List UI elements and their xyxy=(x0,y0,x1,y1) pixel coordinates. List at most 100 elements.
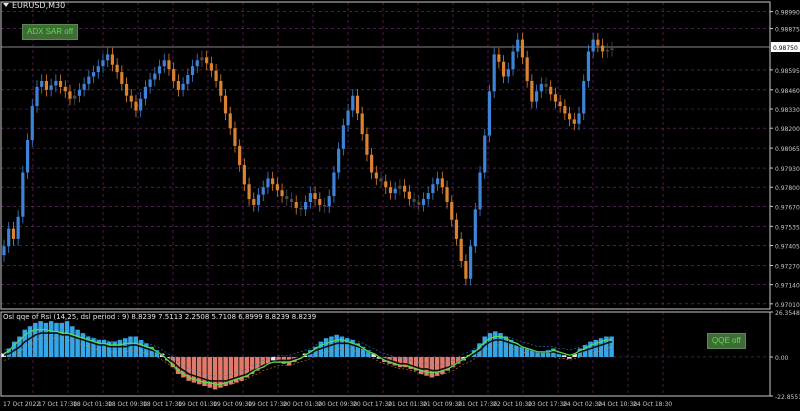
candle-body xyxy=(148,79,152,87)
candle-body xyxy=(600,45,605,52)
histogram-bar xyxy=(429,356,435,378)
candle-body xyxy=(497,54,501,62)
candle-body xyxy=(219,80,223,96)
time-tick-label: 24 Oct 18:30 xyxy=(633,401,672,408)
time-tick-label: 17 Oct 2022 xyxy=(3,401,40,408)
candle-body xyxy=(294,201,298,208)
time-tick-label: 24 Oct 02:30 xyxy=(563,401,602,408)
time-tick-label: 24 Oct 10:30 xyxy=(598,401,637,408)
time-tick-label: 20 Oct 09:30 xyxy=(318,401,357,408)
candle-body xyxy=(289,199,294,202)
candle-body xyxy=(186,75,190,84)
candle-body xyxy=(487,91,492,136)
histogram-bar xyxy=(117,339,123,357)
candle-body xyxy=(596,39,600,46)
candle-body xyxy=(16,216,20,239)
price-tick-label: 0.97140 xyxy=(775,283,800,290)
candle-body xyxy=(54,80,58,86)
candle-body xyxy=(68,91,72,99)
candle-body xyxy=(483,135,487,173)
candle-body xyxy=(256,194,261,205)
osc-tick-label: -22.8551 xyxy=(775,394,800,401)
histogram-bar xyxy=(128,336,133,357)
histogram-bar xyxy=(112,341,117,357)
candle-body xyxy=(7,228,11,247)
candle-body xyxy=(242,165,246,185)
price-tick-label: 0.97010 xyxy=(775,302,800,309)
grid xyxy=(1,2,770,396)
candle-body xyxy=(355,95,360,114)
dropdown-triangle-icon[interactable] xyxy=(3,3,9,7)
price-tick-label: 0.98990 xyxy=(775,10,800,17)
candle-body xyxy=(143,86,147,99)
candle-body xyxy=(374,172,378,179)
candle-body xyxy=(101,60,105,67)
candle-body xyxy=(549,86,553,95)
candle-body xyxy=(162,60,166,67)
candle-body xyxy=(530,80,534,102)
time-tick-label: 19 Oct 09:30 xyxy=(213,401,252,408)
qqe-toggle-button[interactable]: QQE off xyxy=(707,333,746,349)
candle-body xyxy=(58,80,63,87)
candle-body xyxy=(214,70,218,81)
candle-body xyxy=(271,178,275,185)
price-tick-label: 0.97535 xyxy=(775,224,800,231)
candle-body xyxy=(332,172,336,197)
histogram-bar xyxy=(48,321,54,357)
histogram-bar xyxy=(80,333,86,357)
candle-body xyxy=(516,39,520,52)
candle-body xyxy=(91,72,96,77)
price-tick-label: 0.98875 xyxy=(775,27,800,34)
candle-body xyxy=(440,178,444,188)
candle-body xyxy=(120,72,124,84)
osc-tick-label: 26.3548 xyxy=(775,310,800,317)
candle-body xyxy=(106,54,110,61)
candle-body xyxy=(539,83,543,92)
candle-body xyxy=(77,89,82,96)
histogram-bar xyxy=(424,356,429,376)
candle-body xyxy=(153,73,157,80)
price-tick-label: 0.97670 xyxy=(775,204,800,211)
time-tick-label: 19 Oct 17:30 xyxy=(248,401,287,408)
candle-body xyxy=(506,69,510,77)
candle-body xyxy=(44,80,49,90)
candle-body xyxy=(582,80,586,114)
candle-body xyxy=(398,185,402,189)
candle-body xyxy=(459,238,463,262)
candle-body xyxy=(308,193,312,202)
time-tick-label: 17 Oct 17:30 xyxy=(38,401,77,408)
candle-body xyxy=(360,113,364,135)
histogram-bar xyxy=(64,321,70,357)
candle-body xyxy=(591,39,595,52)
candle-body xyxy=(35,86,39,107)
price-tick-label: 0.98065 xyxy=(775,146,800,153)
candle-body xyxy=(21,172,25,217)
histogram-bar xyxy=(144,343,149,357)
candle-body xyxy=(341,125,345,149)
candle-body xyxy=(172,69,176,81)
candle-body xyxy=(586,51,591,81)
candle-body xyxy=(313,193,317,200)
candle-body xyxy=(393,188,397,194)
price-tick-label: 0.98200 xyxy=(775,126,800,133)
candle-body xyxy=(534,91,539,102)
candle-body xyxy=(190,66,195,76)
candle-body xyxy=(299,207,303,210)
candle-body xyxy=(464,261,468,279)
candle-body xyxy=(388,187,393,194)
price-chart[interactable]: 0.98990 0.98875 0.98595 0.98460 0.98330 0.982… xyxy=(0,0,800,411)
adx-sar-toggle-button[interactable]: ADX SAR off xyxy=(22,24,79,40)
price-tick-label: 0.97405 xyxy=(775,244,800,251)
price-tick-label: 0.97930 xyxy=(775,166,800,173)
candle-body xyxy=(346,110,350,126)
chart-window[interactable]: 0.98990 0.98875 0.98595 0.98460 0.98330 0.982… xyxy=(0,0,800,411)
candle-body xyxy=(605,49,609,52)
candle-body xyxy=(370,154,374,173)
candle-body xyxy=(124,83,129,96)
candle-body xyxy=(261,187,265,195)
candle-body xyxy=(223,95,228,114)
candle-body xyxy=(63,86,67,92)
candle-body xyxy=(157,66,162,74)
candle-body xyxy=(115,64,119,73)
histogram-bar xyxy=(133,336,139,357)
